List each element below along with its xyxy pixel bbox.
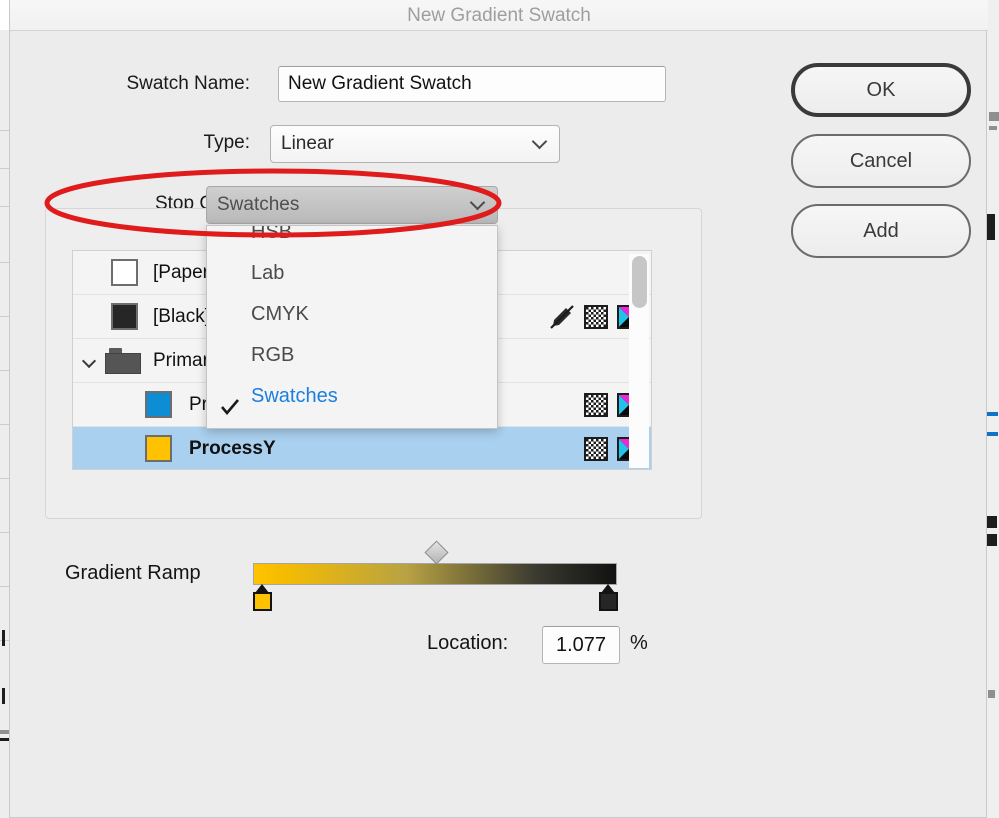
location-label: Location: <box>427 632 508 655</box>
menu-item-label: CMYK <box>251 303 309 325</box>
menu-item-label: Lab <box>251 262 284 284</box>
dialog-title: New Gradient Swatch <box>10 0 988 31</box>
stop-color-select[interactable]: Swatches <box>206 186 498 224</box>
scrollbar-thumb[interactable] <box>632 256 647 308</box>
menu-item-label: RGB <box>251 344 294 366</box>
swatch-color-chip <box>145 435 172 462</box>
gradient-ramp-bar[interactable] <box>253 563 617 585</box>
pattern-icon <box>584 305 608 329</box>
menu-item-swatches[interactable]: Swatches <box>207 376 497 417</box>
stop-color-select-value: Swatches <box>217 194 299 215</box>
chevron-down-icon <box>472 197 485 210</box>
type-select-value: Linear <box>281 133 334 154</box>
gradient-stop-start[interactable] <box>253 584 272 611</box>
cancel-button[interactable]: Cancel <box>791 134 971 188</box>
swatch-row-label: ProcessY <box>189 438 276 460</box>
gradient-midpoint-handle[interactable] <box>424 540 448 564</box>
pattern-icon <box>584 437 608 461</box>
no-edit-pen-icon <box>549 304 575 330</box>
check-icon <box>221 389 239 405</box>
gradient-ramp-label: Gradient Ramp <box>65 562 201 585</box>
gradient-stop-end[interactable] <box>599 584 618 611</box>
stop-color-dropdown-menu[interactable]: HSB Lab CMYK RGB Swatches <box>206 225 498 429</box>
swatch-color-chip <box>145 391 172 418</box>
location-input[interactable] <box>542 626 620 664</box>
menu-item-hsb[interactable]: HSB <box>207 225 497 253</box>
gradient-ramp[interactable] <box>253 563 617 585</box>
menu-item-label: Swatches <box>251 385 338 407</box>
add-button[interactable]: Add <box>791 204 971 258</box>
ok-button[interactable]: OK <box>791 63 971 117</box>
swatch-list-scrollbar[interactable] <box>629 254 649 468</box>
background-right-panel <box>986 0 999 818</box>
table-row-selected[interactable]: ProcessY <box>73 427 651 470</box>
pattern-icon <box>584 393 608 417</box>
menu-item-cmyk[interactable]: CMYK <box>207 294 497 335</box>
swatch-color-chip <box>111 259 138 286</box>
menu-item-rgb[interactable]: RGB <box>207 335 497 376</box>
menu-item-lab[interactable]: Lab <box>207 253 497 294</box>
swatch-color-chip <box>111 303 138 330</box>
swatch-name-input[interactable] <box>278 66 666 102</box>
type-select[interactable]: Linear <box>270 125 560 163</box>
row-icon-group <box>549 304 641 330</box>
dialog-titlebar: New Gradient Swatch <box>10 0 988 31</box>
chevron-down-icon[interactable] <box>83 356 96 366</box>
menu-item-label: HSB <box>251 225 292 243</box>
new-gradient-swatch-dialog: New Gradient Swatch Swatch Name: Type: L… <box>9 0 987 818</box>
type-label: Type: <box>50 132 250 154</box>
swatch-name-label: Swatch Name: <box>50 73 250 95</box>
swatch-row-label: [Black] <box>153 306 210 328</box>
percent-label: % <box>630 632 648 655</box>
chevron-down-icon <box>534 136 547 149</box>
screen: New Gradient Swatch Swatch Name: Type: L… <box>0 0 999 818</box>
folder-icon <box>105 348 141 374</box>
